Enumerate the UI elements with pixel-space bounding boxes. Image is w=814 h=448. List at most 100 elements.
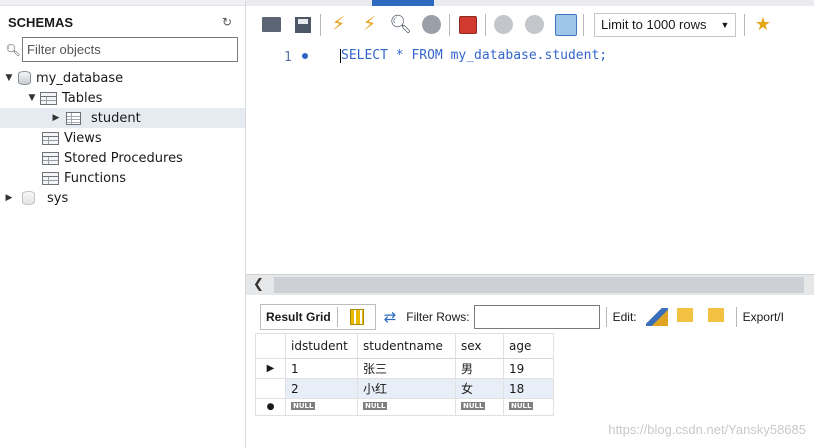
tree-node-label: my_database [36,70,124,86]
grid-header-row: idstudent studentname sex age [255,333,554,359]
database-icon [22,191,35,205]
autocommit-icon[interactable] [554,13,577,36]
procedures-folder-icon [42,151,59,165]
filter-rows-input[interactable] [473,305,600,329]
row-pointer-icon: ▶ [255,358,286,379]
column-header[interactable]: sex [455,333,504,359]
database-icon [18,71,31,85]
result-grid-label: Result Grid [266,310,331,324]
execute-lightning-icon[interactable]: ⚡︎ [327,13,350,36]
add-row-icon[interactable] [676,308,699,326]
refresh-results-icon[interactable]: ⇄ [384,308,397,326]
tree-node-label: Stored Procedures [64,150,183,166]
limit-rows-select[interactable]: Limit to 1000 rows ▼ [594,12,737,37]
null-badge: NULL [291,402,316,410]
open-folder-icon[interactable] [260,13,283,36]
expand-arrow-icon[interactable]: ▼ [26,93,38,103]
null-badge: NULL [509,402,534,410]
cell-age[interactable]: 18 [503,378,554,399]
editor-horizontal-scrollbar[interactable]: ❮ [246,274,814,295]
save-icon[interactable] [291,13,314,36]
collapse-arrow-icon[interactable]: ▶ [50,113,62,123]
table-row[interactable]: 2 小红 女 18 [255,378,554,399]
table-icon [66,111,81,125]
tree-node-student[interactable]: ▶ student [0,108,245,128]
toolbar-separator [583,13,584,36]
result-grid: idstudent studentname sex age ▶ 1 张三 男 1… [255,333,554,416]
sql-editor[interactable]: 1 SELECT * FROM my_database.student; [246,43,814,273]
cell-age[interactable]: 19 [503,358,554,379]
tree-node-my-database[interactable]: ▼ my_database [0,68,245,88]
cell-sex[interactable]: NULL [455,398,504,416]
filter-objects: 🔍︎ [4,37,238,62]
scrollbar-thumb[interactable] [274,277,804,293]
cell-idstudent[interactable]: NULL [285,398,358,416]
filter-rows-label: Filter Rows: [406,310,470,324]
schemas-header: SCHEMAS ↻ [0,10,244,34]
edit-row-icon[interactable] [645,308,668,326]
tree-node-label: Views [64,130,102,146]
cell-idstudent[interactable]: 1 [285,358,358,379]
toolbar-separator [320,13,321,36]
refresh-icon[interactable]: ↻ [218,14,236,30]
expand-arrow-icon[interactable]: ▼ [3,73,15,83]
commit-icon[interactable] [492,13,515,36]
search-icon: 🔍︎ [5,42,21,57]
filter-objects-input[interactable] [22,37,238,62]
toolbar-separator [735,307,737,327]
cell-studentname[interactable]: 小红 [357,378,456,399]
grid-layout-icon[interactable] [349,309,364,325]
stop-icon[interactable] [420,13,443,36]
tree-node-sys[interactable]: ▶ sys [0,188,245,208]
tables-folder-icon [40,91,57,105]
execute-current-lightning-icon[interactable]: ⚡︎ [358,13,381,36]
query-toolbar: ⚡︎ ⚡︎ 🔍︎ Limit to 1000 rows ▼ ★ [246,6,814,43]
cell-sex[interactable]: 男 [455,358,504,379]
views-folder-icon [42,131,59,145]
tree-node-tables[interactable]: ▼ Tables [0,88,245,108]
column-header[interactable]: age [503,333,554,359]
navigator-top-strip [0,0,245,6]
cell-studentname[interactable]: NULL [357,398,456,416]
tree-node-functions[interactable]: Functions [0,168,245,188]
result-grid-button[interactable]: Result Grid [260,304,376,330]
null-badge: NULL [461,402,486,410]
navigator-panel: SCHEMAS ↻ 🔍︎ ▼ my_database ▼ Tables ▶ st… [0,0,246,448]
explain-magnifier-icon[interactable]: 🔍︎ [389,13,412,36]
toolbar-separator [449,13,450,36]
column-header[interactable]: idstudent [285,333,358,359]
null-badge: NULL [363,402,388,410]
tree-node-stored-procedures[interactable]: Stored Procedures [0,148,245,168]
tree-node-views[interactable]: Views [0,128,245,148]
collapse-arrow-icon[interactable]: ▶ [3,193,15,203]
delete-row-icon[interactable] [707,308,730,326]
sql-query-text[interactable]: SELECT * FROM my_database.student; [340,48,607,63]
schema-tree: ▼ my_database ▼ Tables ▶ student Views S… [0,68,245,208]
new-row-marker-icon: ● [255,398,286,416]
row-gutter [255,378,286,399]
export-label[interactable]: Export/I [743,310,784,324]
cell-sex[interactable]: 女 [455,378,504,399]
column-header[interactable]: studentname [357,333,456,359]
table-row[interactable]: ▶ 1 张三 男 19 [255,358,554,379]
tree-node-label: Functions [64,170,127,186]
functions-folder-icon [42,171,59,185]
cell-idstudent[interactable]: 2 [285,378,358,399]
rollback-icon[interactable] [523,13,546,36]
cell-age[interactable]: NULL [503,398,554,416]
limit-rows-label: Limit to 1000 rows [601,17,707,32]
bookmark-star-icon[interactable]: ★ [751,13,774,36]
scroll-left-icon[interactable]: ❮ [253,276,264,292]
new-row[interactable]: ● NULL NULL NULL NULL [255,398,554,416]
line-number: 1 [284,50,292,65]
query-rest: ELECT * FROM my_database.student; [348,48,608,63]
toolbar-separator [605,307,607,327]
cell-studentname[interactable]: 张三 [357,358,456,379]
edit-label: Edit: [612,310,637,324]
chevron-down-icon: ▼ [720,19,730,30]
query-pane: ⚡︎ ⚡︎ 🔍︎ Limit to 1000 rows ▼ ★ 1 SELECT… [246,0,814,448]
tree-node-label: student [91,110,141,126]
tree-node-label: Tables [62,90,103,106]
toggle-error-icon[interactable] [456,13,479,36]
query-first-letter: S [341,48,349,63]
